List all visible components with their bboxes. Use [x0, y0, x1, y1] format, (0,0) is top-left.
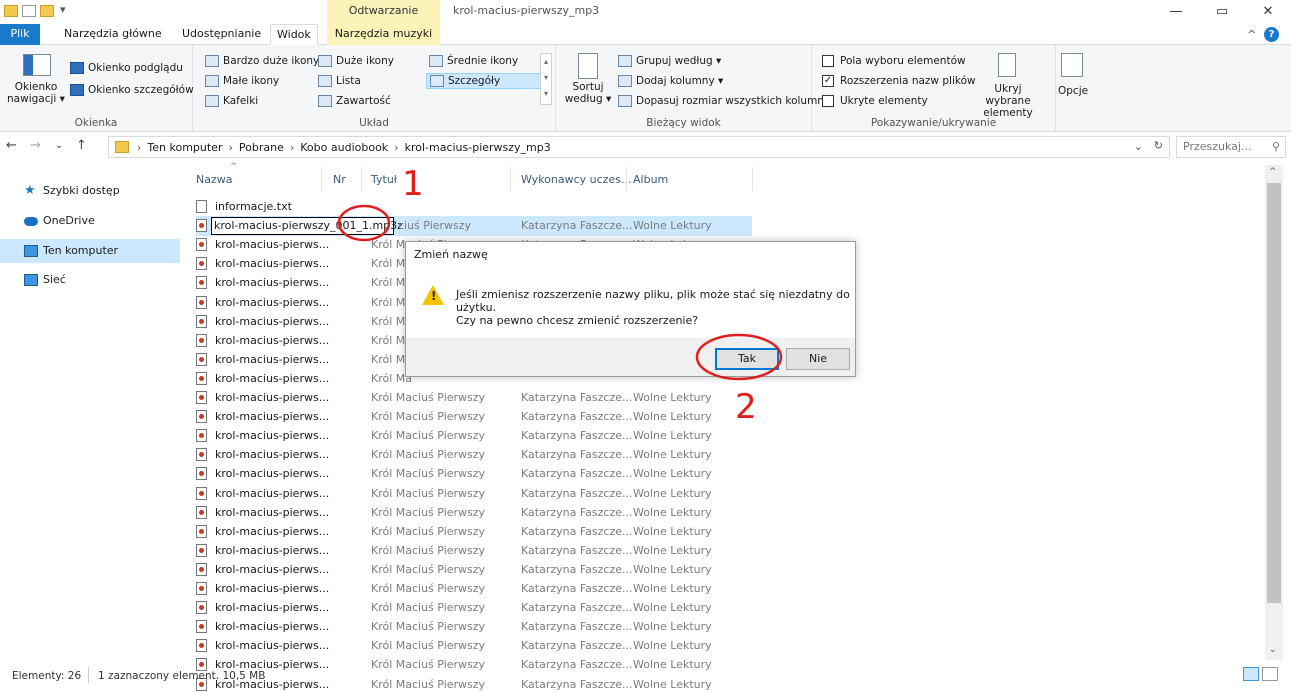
annotation-circle-yes-button [695, 333, 783, 381]
annotation-number-2: 2 [735, 387, 757, 427]
annotation-circle-extension [337, 204, 391, 242]
annotation-number-1: 1 [402, 164, 424, 204]
annotation-layer: 1 2 [337, 164, 783, 427]
